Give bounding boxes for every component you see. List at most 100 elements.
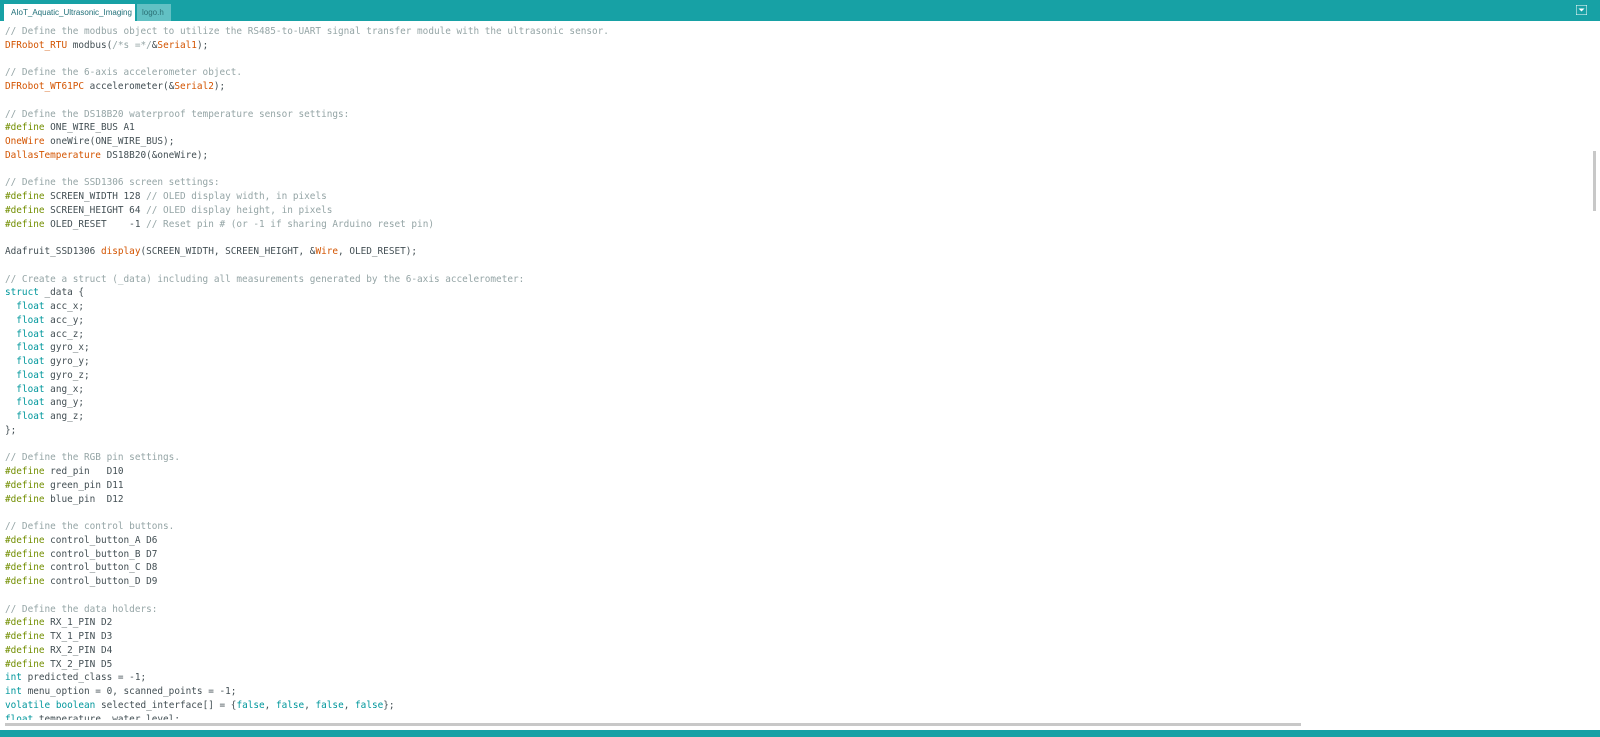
code-token: DallasTemperature bbox=[5, 149, 101, 161]
code-line: float temperature, water_level; bbox=[5, 713, 609, 721]
code-line: #define control_button_A D6 bbox=[5, 534, 609, 548]
code-token: int bbox=[5, 686, 22, 697]
code-token: // Define the 6-axis accelerometer objec… bbox=[5, 67, 243, 79]
code-token: ang_y; bbox=[44, 397, 85, 409]
code-token: #define bbox=[5, 548, 45, 560]
code-line: #define red_pin D10 bbox=[5, 465, 609, 479]
code-token: Wire bbox=[315, 246, 339, 257]
code-line: #define control_button_D D9 bbox=[5, 575, 609, 589]
code-token: // Define the control buttons. bbox=[5, 521, 175, 532]
code-token: float bbox=[16, 397, 45, 409]
code-token: green_pin D11 bbox=[44, 479, 124, 491]
code-token: ); bbox=[196, 39, 209, 51]
code-token: Serial1 bbox=[157, 39, 197, 51]
code-token: false bbox=[236, 699, 265, 711]
code-token: #define bbox=[5, 534, 45, 546]
code-line: float acc_x; bbox=[5, 300, 609, 314]
code-token: modbus( bbox=[67, 39, 113, 51]
code-token: }; bbox=[383, 699, 395, 711]
code-token: temperature, water_level; bbox=[33, 713, 180, 721]
code-token: // OLED display width, in pixels bbox=[146, 191, 327, 202]
code-line: }; bbox=[5, 424, 609, 438]
code-token: struct bbox=[5, 287, 39, 299]
horizontal-scrollbar[interactable] bbox=[0, 722, 1600, 727]
code-token: // Reset pin # (or -1 if sharing Arduino… bbox=[146, 218, 434, 230]
code-token: // OLED display height, in pixels bbox=[146, 204, 333, 216]
code-line: DallasTemperature DS18B20(&oneWire); bbox=[5, 149, 609, 163]
code-token: Serial2 bbox=[174, 81, 214, 92]
code-token: float bbox=[16, 301, 45, 312]
code-token: gyro_x; bbox=[44, 342, 90, 354]
code-token: float bbox=[16, 369, 45, 381]
code-line: float acc_y; bbox=[5, 314, 609, 328]
code-token: , bbox=[304, 699, 316, 711]
code-token: OneWire bbox=[5, 136, 45, 147]
vertical-scrollbar[interactable] bbox=[1590, 21, 1600, 720]
code-line: // Define the data holders: bbox=[5, 603, 609, 617]
code-token: // Define the data holders: bbox=[5, 603, 158, 615]
code-token: acc_x; bbox=[44, 301, 85, 312]
tab-logo-h[interactable]: logo.h bbox=[137, 4, 171, 21]
code-token: control_button_D D9 bbox=[44, 576, 158, 587]
code-token: (SCREEN_WIDTH, SCREEN_HEIGHT, & bbox=[140, 246, 316, 257]
code-token: acc_z; bbox=[44, 328, 85, 340]
code-token: gyro_z; bbox=[44, 369, 90, 381]
code-token: display bbox=[100, 246, 141, 257]
code-token: ONE_WIRE_BUS A1 bbox=[44, 122, 135, 134]
code-token: acc_y; bbox=[44, 314, 85, 326]
code-token: /*s =*/ bbox=[112, 39, 152, 51]
code-token: SCREEN_HEIGHT 64 bbox=[44, 204, 147, 216]
vertical-scrollbar-thumb[interactable] bbox=[1593, 151, 1596, 211]
code-token: OLED_RESET -1 bbox=[44, 218, 147, 230]
code-token: // Define the RGB pin settings. bbox=[5, 452, 180, 464]
code-line: // Define the RGB pin settings. bbox=[5, 451, 609, 465]
code-line: int predicted_class = -1; bbox=[5, 671, 609, 685]
code-token: TX_2_PIN D5 bbox=[44, 658, 113, 670]
code-token: float bbox=[16, 328, 45, 340]
code-token: gyro_y; bbox=[44, 356, 90, 367]
code-line: // Create a struct (_data) including all… bbox=[5, 273, 609, 287]
status-bar bbox=[0, 730, 1600, 737]
code-line: #define green_pin D11 bbox=[5, 479, 609, 493]
code-token: false bbox=[315, 699, 344, 711]
code-token: RX_1_PIN D2 bbox=[44, 617, 113, 629]
horizontal-scrollbar-thumb[interactable] bbox=[5, 723, 1301, 726]
chevron-down-icon[interactable] bbox=[1576, 5, 1587, 15]
code-token: #define bbox=[5, 218, 45, 230]
code-line: float gyro_z; bbox=[5, 369, 609, 383]
code-token: predicted_class = -1; bbox=[21, 672, 147, 684]
code-token: ang_x; bbox=[44, 383, 85, 395]
code-line: #define blue_pin D12 bbox=[5, 493, 609, 507]
code-token: #define bbox=[5, 562, 45, 574]
code-token: #define bbox=[5, 658, 45, 670]
code-line: // Define the SSD1306 screen settings: bbox=[5, 176, 609, 190]
code-token: control_button_C D8 bbox=[44, 562, 158, 574]
code-token: red_pin D10 bbox=[44, 466, 124, 477]
code-token: float bbox=[16, 314, 45, 326]
code-token: #define bbox=[5, 479, 45, 491]
code-token: #define bbox=[5, 617, 45, 629]
code-line: // Define the control buttons. bbox=[5, 520, 609, 534]
code-token: float bbox=[16, 383, 45, 395]
code-line: float gyro_y; bbox=[5, 355, 609, 369]
code-token: , OLED_RESET); bbox=[338, 246, 418, 257]
code-token: #define bbox=[5, 191, 45, 202]
code-token: float bbox=[5, 713, 34, 721]
code-token: // Define the SSD1306 screen settings: bbox=[5, 177, 220, 189]
code-token: #define bbox=[5, 466, 45, 477]
code-editor[interactable]: // Define the modbus object to utilize t… bbox=[0, 21, 1590, 720]
code-token: #define bbox=[5, 493, 45, 505]
code-token: // Define the modbus object to utilize t… bbox=[5, 26, 609, 37]
code-line: volatile boolean selected_interface[] = … bbox=[5, 699, 609, 713]
code-line: struct _data { bbox=[5, 286, 609, 300]
code-token: int bbox=[5, 672, 22, 684]
code-token: #define bbox=[5, 122, 45, 134]
code-token: , bbox=[264, 699, 276, 711]
tab-main-sketch[interactable]: AIoT_Aquatic_Ultrasonic_Imaging bbox=[4, 4, 135, 21]
